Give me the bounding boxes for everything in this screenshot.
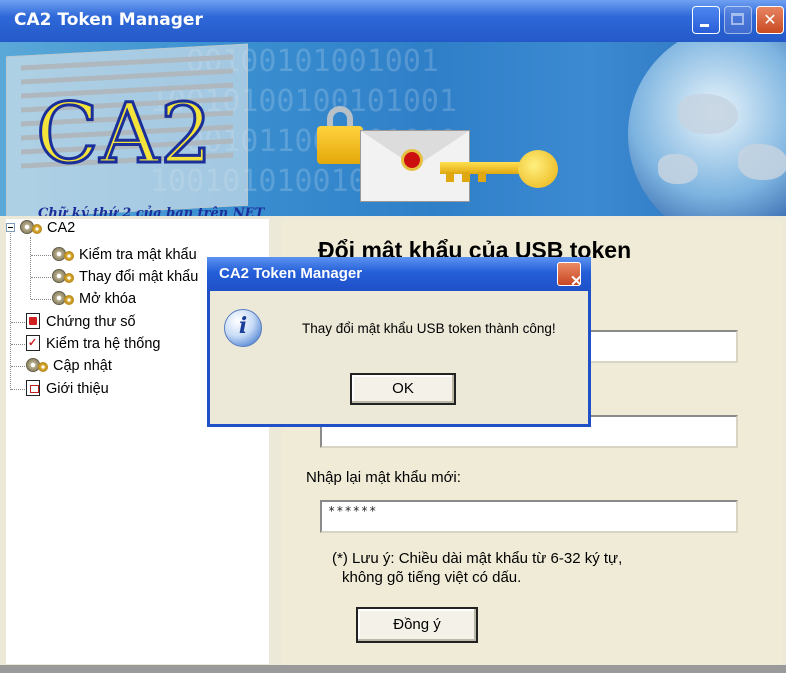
minimize-button[interactable]: [692, 6, 720, 34]
tree-item-update[interactable]: Cập nhật: [26, 357, 112, 375]
close-icon: ✕: [570, 273, 583, 290]
window-bottom-border: [0, 665, 786, 673]
ca2-logo: CA2: [34, 87, 214, 182]
tree-item-label: Mở khóa: [79, 291, 137, 307]
note-line: (*) Lưu ý: Chiều dài mật khẩu từ 6-32 ký…: [332, 550, 623, 567]
gear-icon: [64, 273, 74, 283]
info-icon: i: [224, 309, 262, 347]
dialog-title: CA2 Token Manager: [219, 265, 363, 282]
tree-item-label: Cập nhật: [53, 358, 112, 374]
system-check-icon: [26, 334, 40, 352]
main-window: CA2 Token Manager ✕ 00100101001001 10010…: [0, 0, 786, 673]
title-bar[interactable]: CA2 Token Manager ✕: [0, 0, 786, 42]
tree-item-label: Giới thiệu: [46, 381, 109, 397]
tree-item-ca2[interactable]: CA2: [20, 219, 75, 237]
gear-icon: [64, 251, 74, 261]
agree-button[interactable]: Đồng ý: [356, 607, 478, 643]
close-button[interactable]: ✕: [756, 6, 784, 34]
dialog-close-button[interactable]: ✕: [557, 262, 583, 290]
success-dialog: CA2 Token Manager ✕ i Thay đổi mật khẩu …: [207, 257, 591, 427]
key-icon: [440, 150, 560, 190]
tree-item-label: CA2: [47, 220, 76, 236]
tree-item-change-password[interactable]: Thay đổi mật khẩu: [52, 268, 198, 286]
maximize-button[interactable]: [724, 6, 752, 34]
tree-item-label: Thay đổi mật khẩu: [79, 269, 199, 285]
gear-icon: [38, 362, 48, 372]
tree-item-certificates[interactable]: Chứng thư số: [26, 313, 136, 331]
banner-tagline: Chữ ký thứ 2 của bạn trên NET: [38, 206, 265, 216]
tree-item-label: Kiểm tra mật khẩu: [79, 247, 197, 263]
confirm-password-label: Nhập lại mật khẩu mới:: [306, 469, 461, 486]
dialog-title-bar[interactable]: CA2 Token Manager ✕: [207, 257, 591, 291]
close-icon: ✕: [763, 10, 777, 29]
tree-item-unlock[interactable]: Mở khóa: [52, 290, 136, 308]
confirm-password-field[interactable]: ******: [320, 500, 738, 533]
note-line: không gõ tiếng việt có dấu.: [342, 569, 522, 586]
minimize-icon: [700, 24, 709, 27]
maximize-icon: [731, 13, 744, 25]
certificate-file-icon: [26, 313, 40, 329]
window-title: CA2 Token Manager: [14, 10, 203, 30]
ok-button[interactable]: OK: [350, 373, 456, 405]
gear-icon: [64, 295, 74, 305]
padlock-icon: [315, 106, 365, 166]
header-banner: 00100101001001 10010100100101001 0010110…: [0, 42, 786, 216]
collapse-toggle-icon[interactable]: [6, 223, 15, 232]
tree-item-system-check[interactable]: Kiểm tra hệ thống: [26, 334, 161, 353]
globe-icon: [628, 42, 786, 216]
dialog-message: Thay đổi mật khẩu USB token thành công!: [302, 321, 556, 336]
tree-item-label: Kiểm tra hệ thống: [46, 336, 161, 352]
tree-item-check-password[interactable]: Kiểm tra mật khẩu: [52, 246, 197, 264]
tree-item-about[interactable]: Giới thiệu: [26, 380, 109, 398]
tree-item-label: Chứng thư số: [46, 314, 136, 330]
password-note: (*) Lưu ý: Chiều dài mật khẩu từ 6-32 ký…: [332, 549, 622, 587]
about-file-icon: [26, 380, 40, 396]
gear-icon: [32, 224, 42, 234]
